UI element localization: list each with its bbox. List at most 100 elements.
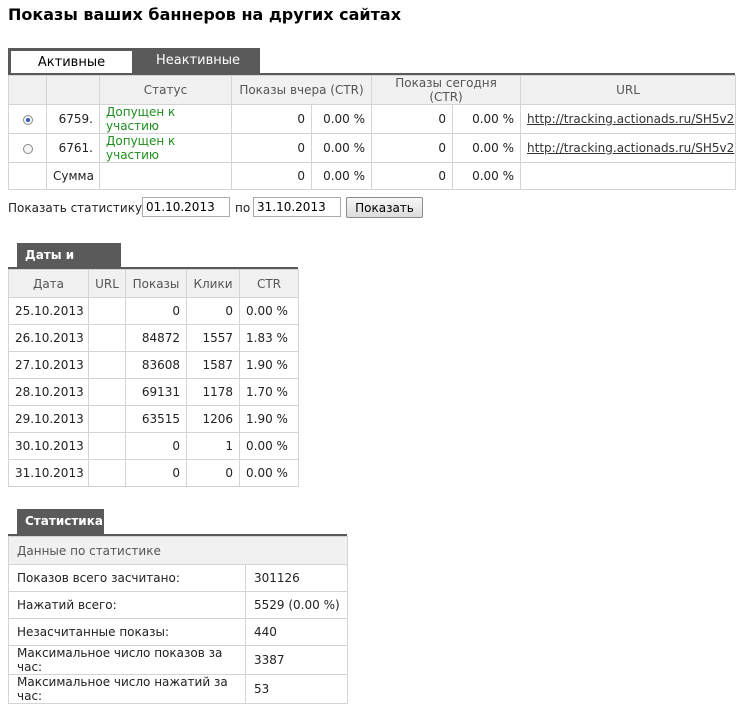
- banner-url-link[interactable]: http://tracking.actionads.ru/SH5v2: [527, 112, 734, 126]
- sum-status-empty: [99, 162, 232, 190]
- page-title: Показы ваших баннеров на других сайтах: [8, 5, 402, 24]
- banner-id: 6759.: [46, 104, 100, 134]
- yesterday-ctr: 0.00 %: [310, 104, 373, 134]
- date-row: 27.10.2013 83608 1587 1.90 %: [8, 351, 299, 379]
- date-row: 26.10.2013 84872 1557 1.83 %: [8, 324, 299, 352]
- yesterday-shows: 0: [231, 104, 312, 134]
- ctr-cell: 0.00 %: [239, 297, 299, 325]
- period-from-label: Показать статистику с: [8, 201, 153, 215]
- banner-status: Допущен к участию: [99, 133, 232, 163]
- sum-today-ctr: 0.00 %: [452, 162, 522, 190]
- date-cell: 25.10.2013: [8, 297, 89, 325]
- stat-row: Нажатий всего: 5529 (0.00 %): [8, 591, 348, 619]
- stat-row: Максимальное число нажатий за час: 53: [8, 674, 348, 704]
- banner-id: 6761.: [46, 133, 100, 163]
- clicks-cell: 1587: [186, 351, 240, 379]
- stat-row: Показов всего засчитано: 301126: [8, 564, 348, 592]
- shows-cell: 0: [125, 459, 187, 487]
- date-row: 28.10.2013 69131 1178 1.70 %: [8, 378, 299, 406]
- dates-table-header: Дата URL Показы Клики CTR: [8, 269, 299, 298]
- date-row: 31.10.2013 0 0 0.00 %: [8, 459, 299, 487]
- shows-cell: 63515: [125, 405, 187, 433]
- banner-table-header: Статус Показы вчера (CTR) Показы сегодня…: [8, 75, 737, 105]
- stats-table-header: Данные по статистике: [8, 536, 348, 565]
- period-to-label: по: [235, 201, 251, 215]
- date-row: 30.10.2013 0 1 0.00 %: [8, 432, 299, 460]
- stat-value: 440: [245, 618, 348, 646]
- col-select: [8, 75, 47, 105]
- col-yesterday: Показы вчера (CTR): [230, 75, 373, 105]
- banner-tabs: Активные Неактивные: [8, 48, 260, 74]
- site-url-cell: [88, 405, 126, 433]
- stat-row: Незасчитанные показы: 440: [8, 618, 348, 646]
- stat-value: 3387: [245, 645, 348, 675]
- date-to-input[interactable]: [253, 197, 341, 217]
- shows-cell: 69131: [125, 378, 187, 406]
- banner-url-cell: http://tracking.actionads.ru/SH5v2: [520, 104, 737, 134]
- site-url-cell: [88, 351, 126, 379]
- col-clicks: Клики: [186, 269, 240, 298]
- ctr-cell: 0.00 %: [239, 432, 299, 460]
- today-shows: 0: [371, 104, 454, 134]
- date-cell: 31.10.2013: [8, 459, 89, 487]
- show-button[interactable]: Показать: [346, 197, 423, 218]
- dates-section-title: Даты и сайты: [17, 243, 121, 287]
- sum-yest-shows: 0: [231, 162, 312, 190]
- dates-table: Дата URL Показы Клики CTR 25.10.2013 0 0 0.…: [8, 269, 299, 487]
- sum-yest-ctr: 0.00 %: [310, 162, 373, 190]
- stat-label: Максимальное число нажатий за час:: [8, 674, 246, 704]
- col-status: Статус: [99, 75, 232, 105]
- stats-table: Данные по статистике Показов всего засчи…: [8, 536, 348, 704]
- date-row: 29.10.2013 63515 1206 1.90 %: [8, 405, 299, 433]
- yesterday-ctr: 0.00 %: [310, 133, 373, 163]
- stat-label: Максимальное число показов за час:: [8, 645, 246, 675]
- yesterday-shows: 0: [231, 133, 312, 163]
- clicks-cell: 1178: [186, 378, 240, 406]
- banner-radio[interactable]: [22, 114, 33, 125]
- tab-inactive[interactable]: Неактивные: [136, 48, 260, 74]
- stat-label: Показов всего засчитано:: [8, 564, 246, 592]
- clicks-cell: 0: [186, 459, 240, 487]
- stat-value: 53: [245, 674, 348, 704]
- banner-row: 6759. Допущен к участию 0 0.00 % 0 0.00 % http…: [8, 104, 737, 134]
- col-today: Показы сегодня (CTR): [371, 75, 522, 105]
- stat-value: 5529 (0.00 %): [245, 591, 348, 619]
- today-ctr: 0.00 %: [452, 104, 522, 134]
- sum-today-shows: 0: [371, 162, 454, 190]
- ctr-cell: 1.83 %: [239, 324, 299, 352]
- site-url-cell: [88, 378, 126, 406]
- tab-active[interactable]: Активные: [11, 51, 132, 74]
- today-ctr: 0.00 %: [452, 133, 522, 163]
- date-from-input[interactable]: [142, 197, 230, 217]
- stats-section-title: Статистика: [17, 509, 104, 534]
- banner-radio[interactable]: [22, 143, 33, 154]
- site-url-cell: [88, 459, 126, 487]
- banner-sum-row: Сумма 0 0.00 % 0 0.00 %: [8, 162, 737, 190]
- sum-label: Сумма: [46, 162, 100, 190]
- col-ctr: CTR: [239, 269, 299, 298]
- date-cell: 27.10.2013: [8, 351, 89, 379]
- site-url-cell: [88, 297, 126, 325]
- date-cell: 29.10.2013: [8, 405, 89, 433]
- banner-select-cell: [8, 133, 47, 163]
- date-cell: 28.10.2013: [8, 378, 89, 406]
- ctr-cell: 1.90 %: [239, 405, 299, 433]
- clicks-cell: 0: [186, 297, 240, 325]
- banner-table: Статус Показы вчера (CTR) Показы сегодня…: [8, 75, 737, 190]
- sum-empty-cell: [8, 162, 47, 190]
- site-url-cell: [88, 324, 126, 352]
- clicks-cell: 1206: [186, 405, 240, 433]
- clicks-cell: 1557: [186, 324, 240, 352]
- clicks-cell: 1: [186, 432, 240, 460]
- shows-cell: 84872: [125, 324, 187, 352]
- site-url-cell: [88, 432, 126, 460]
- sum-url-empty: [520, 162, 737, 190]
- col-id: [46, 75, 100, 105]
- col-shows: Показы: [125, 269, 187, 298]
- banner-url-link[interactable]: http://tracking.actionads.ru/SH5v2: [527, 141, 734, 155]
- banner-status: Допущен к участию: [99, 104, 232, 134]
- stat-row: Максимальное число показов за час: 3387: [8, 645, 348, 675]
- stat-label: Нажатий всего:: [8, 591, 246, 619]
- ctr-cell: 0.00 %: [239, 459, 299, 487]
- today-shows: 0: [371, 133, 454, 163]
